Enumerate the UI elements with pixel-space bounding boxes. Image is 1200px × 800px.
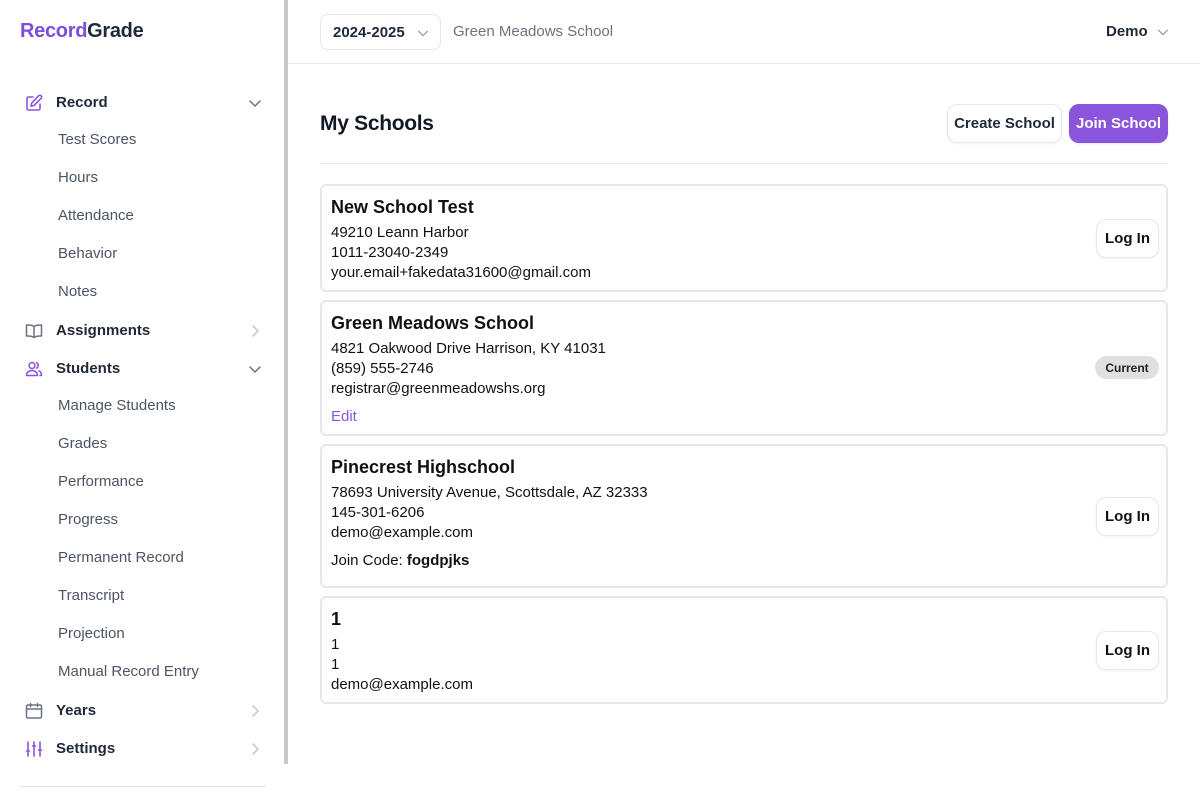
edit-school-link[interactable]: Edit <box>331 408 357 425</box>
top-bar: 2024-2025 Green Meadows School Demo <box>288 0 1200 64</box>
school-phone: 1011-23040-2349 <box>331 244 449 261</box>
chevron-down-icon <box>1157 29 1168 35</box>
chevron-right-icon <box>252 325 259 337</box>
nav-item-performance[interactable]: Performance <box>58 473 144 490</box>
chevron-down-icon <box>249 366 261 373</box>
nav-item-manual-record-entry[interactable]: Manual Record Entry <box>58 663 199 680</box>
sidebar-scrollbar[interactable] <box>284 0 288 764</box>
sidebar-divider <box>20 786 266 787</box>
nav-group-label: Record <box>56 93 108 111</box>
school-name: 1 <box>331 609 342 629</box>
nav-group-label: Students <box>56 359 121 377</box>
nav-group-years[interactable]: Years <box>0 691 284 729</box>
join-school-button[interactable]: Join School <box>1069 104 1168 143</box>
school-phone: (859) 555-2746 <box>331 360 434 377</box>
school-card: Pinecrest Highschool 78693 University Av… <box>320 444 1168 588</box>
nav-group-assignments[interactable]: Assignments <box>0 311 284 349</box>
book-open-icon <box>25 324 43 339</box>
join-code-label: Join Code: <box>331 552 403 569</box>
nav-item-attendance[interactable]: Attendance <box>58 207 134 224</box>
nav-item-hours[interactable]: Hours <box>58 169 98 186</box>
school-card: New School Test 49210 Leann Harbor 1011-… <box>320 184 1168 292</box>
user-name: Demo <box>1106 23 1148 40</box>
header-divider <box>320 163 1168 164</box>
user-menu[interactable]: Demo <box>1106 23 1170 40</box>
school-card-current: Green Meadows School 4821 Oakwood Drive … <box>320 300 1168 436</box>
school-email: demo@example.com <box>331 676 473 693</box>
nav-item-permanent-record[interactable]: Permanent Record <box>58 549 184 566</box>
school-address: 78693 University Avenue, Scottsdale, AZ … <box>331 484 648 501</box>
nav-group-record[interactable]: Record <box>0 83 284 121</box>
school-phone: 1 <box>331 656 340 673</box>
school-name: New School Test <box>331 197 474 217</box>
school-phone: 145-301-6206 <box>331 504 425 521</box>
nav-item-notes[interactable]: Notes <box>58 283 97 300</box>
school-address: 49210 Leann Harbor <box>331 224 469 241</box>
nav-group-students[interactable]: Students <box>0 349 284 387</box>
nav-item-manage-students[interactable]: Manage Students <box>58 397 176 414</box>
school-email: demo@example.com <box>331 524 473 541</box>
school-address: 1 <box>331 636 340 653</box>
log-in-button[interactable]: Log In <box>1096 631 1159 670</box>
nav-item-test-scores[interactable]: Test Scores <box>58 131 136 148</box>
logo-part-grade: Grade <box>87 20 144 42</box>
calendar-icon <box>25 702 43 719</box>
nav-item-transcript[interactable]: Transcript <box>58 587 124 604</box>
page-title: My Schools <box>320 112 434 135</box>
log-in-button[interactable]: Log In <box>1096 219 1159 258</box>
app-logo[interactable]: RecordGrade <box>20 20 144 43</box>
nav-group-label: Years <box>56 701 97 719</box>
school-email: registrar@greenmeadowshs.org <box>331 380 546 397</box>
nav-item-behavior[interactable]: Behavior <box>58 245 117 262</box>
chevron-down-icon <box>417 30 429 37</box>
create-school-button[interactable]: Create School <box>947 104 1062 143</box>
chevron-down-icon <box>249 100 261 107</box>
sliders-icon <box>25 741 43 757</box>
chevron-right-icon <box>252 705 259 717</box>
nav-item-projection[interactable]: Projection <box>58 625 125 642</box>
nav-group-settings[interactable]: Settings <box>0 729 284 767</box>
users-icon <box>25 361 43 377</box>
school-address: 4821 Oakwood Drive Harrison, KY 41031 <box>331 340 606 357</box>
pencil-square-icon <box>26 94 43 111</box>
nav-group-label: Settings <box>56 739 116 757</box>
sidebar: RecordGrade Record Test Scores Hours Att… <box>0 0 284 764</box>
school-email: your.email+fakedata31600@gmail.com <box>331 264 591 281</box>
school-name: Pinecrest Highschool <box>331 457 516 477</box>
nav-group-label: Assignments <box>56 321 151 339</box>
nav-item-progress[interactable]: Progress <box>58 511 118 528</box>
school-card: 1 1 1 demo@example.com Log In <box>320 596 1168 704</box>
year-select[interactable]: 2024-2025 <box>320 14 441 50</box>
school-name: Green Meadows School <box>331 313 535 333</box>
log-in-button[interactable]: Log In <box>1096 497 1159 536</box>
nav-item-grades[interactable]: Grades <box>58 435 107 452</box>
year-select-value: 2024-2025 <box>333 23 405 41</box>
join-code: Join Code: fogdpjks <box>331 552 469 569</box>
chevron-right-icon <box>252 743 259 755</box>
current-school-label: Green Meadows School <box>453 23 614 40</box>
current-status-badge: Current <box>1095 356 1159 379</box>
logo-part-record: Record <box>20 20 88 42</box>
join-code-value: fogdpjks <box>406 552 470 569</box>
